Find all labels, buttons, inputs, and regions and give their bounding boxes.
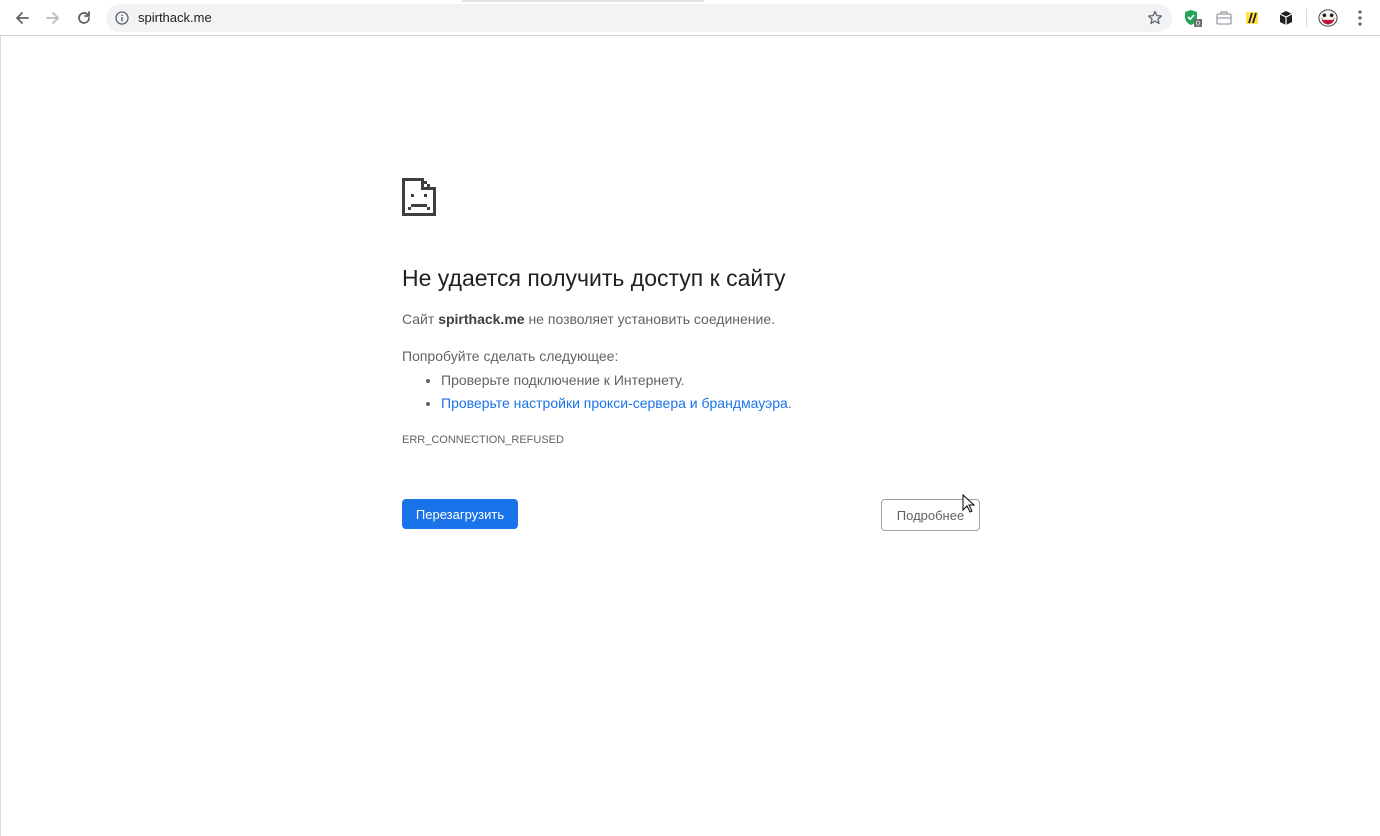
error-summary: Сайт spirthack.me не позволяет установит…: [402, 310, 775, 328]
browser-toolbar: spirthack.me 0: [0, 0, 1380, 36]
error-heading: Не удается получить доступ к сайту: [402, 265, 786, 291]
sad-document-icon: [402, 178, 436, 216]
suggestions-list: Проверьте подключение к Интернету. Прове…: [402, 369, 792, 415]
site-info-icon[interactable]: [114, 10, 130, 26]
profile-avatar[interactable]: [1318, 8, 1338, 28]
bookmark-star-icon[interactable]: [1146, 9, 1164, 27]
mouse-cursor-icon: [962, 494, 976, 513]
box-icon: [1279, 11, 1293, 25]
briefcase-icon: [1216, 11, 1232, 25]
extension-badge: 0: [1196, 20, 1200, 28]
pen-icon: [1246, 12, 1258, 24]
browser-menu-button[interactable]: [1350, 8, 1370, 28]
url-text[interactable]: spirthack.me: [138, 10, 212, 26]
forward-icon: [46, 12, 59, 24]
summary-host: spirthack.me: [438, 311, 525, 327]
back-button[interactable]: [10, 6, 34, 30]
summary-prefix: Сайт: [402, 311, 439, 327]
back-icon: [16, 12, 29, 24]
tab-strip-edge: [462, 0, 704, 2]
extension-pen[interactable]: [1242, 8, 1262, 28]
extension-box[interactable]: [1276, 8, 1296, 28]
reload-icon: [78, 11, 90, 24]
suggestion-period: .: [787, 395, 792, 411]
suggestions-title: Попробуйте сделать следующее:: [402, 348, 619, 364]
grin-face-icon: [1318, 9, 1338, 27]
suggestion-item: Проверьте подключение к Интернету.: [441, 369, 792, 392]
forward-button[interactable]: [41, 6, 65, 30]
summary-suffix: не позволяет установить соединение.: [524, 311, 776, 327]
shield-check-icon: 0: [1185, 10, 1202, 28]
error-code: ERR_CONNECTION_REFUSED: [402, 434, 564, 446]
address-bar[interactable]: spirthack.me: [106, 4, 1172, 32]
toolbar-separator: [1306, 9, 1307, 27]
three-dots-icon: [1358, 10, 1362, 26]
suggestion-item: Проверьте настройки прокси-сервера и бра…: [441, 392, 792, 415]
reload-page-button[interactable]: Перезагрузить: [402, 499, 518, 529]
suggestion-check-connection: Проверьте подключение к Интернету.: [441, 372, 685, 388]
extension-shield[interactable]: 0: [1183, 8, 1203, 28]
window-border: [0, 36, 1, 836]
extension-briefcase[interactable]: [1214, 8, 1234, 28]
reload-button[interactable]: [72, 6, 96, 30]
proxy-firewall-link[interactable]: Проверьте настройки прокси-сервера и бра…: [441, 395, 788, 411]
